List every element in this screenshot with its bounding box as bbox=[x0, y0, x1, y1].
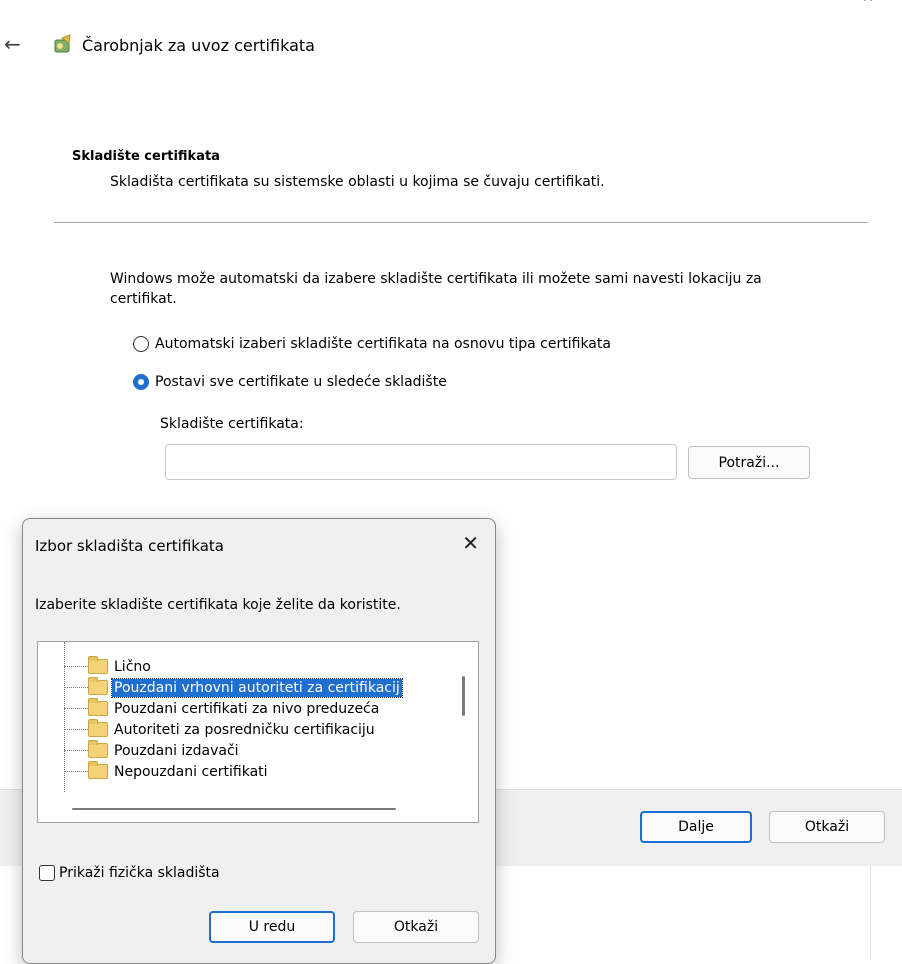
cancel-button[interactable]: Otkaži bbox=[769, 811, 885, 843]
tree-item[interactable]: Nepouzdani certifikati bbox=[38, 761, 468, 782]
window-close-icon[interactable]: ✕ bbox=[862, 0, 874, 6]
radio-manual-store[interactable]: Postavi sve certifikate u sledeće skladi… bbox=[133, 374, 447, 390]
folder-icon bbox=[88, 698, 108, 716]
divider bbox=[54, 222, 868, 223]
next-button[interactable]: Dalje bbox=[640, 811, 752, 843]
radio-manual-indicator[interactable] bbox=[133, 374, 149, 390]
tree-item[interactable]: Pouzdani izdavači bbox=[38, 740, 468, 761]
dialog-close-icon[interactable]: ✕ bbox=[462, 531, 479, 555]
folder-icon bbox=[88, 719, 108, 737]
wizard-title: Čarobnjak za uvoz certifikata bbox=[82, 36, 315, 55]
folder-icon bbox=[88, 677, 108, 695]
ok-button[interactable]: U redu bbox=[209, 911, 335, 943]
tree-item-label[interactable]: Lično bbox=[112, 658, 153, 676]
tree-item-label[interactable]: Pouzdani izdavači bbox=[112, 742, 241, 760]
tree-item-label[interactable]: Autoriteti za posredničku certifikaciju bbox=[112, 721, 377, 739]
store-tree-list: Lično Pouzdani vrhovni autoriteti za cer… bbox=[38, 656, 468, 782]
store-label: Skladište certifikata: bbox=[160, 416, 304, 432]
radio-manual-label: Postavi sve certifikate u sledeće skladi… bbox=[155, 374, 447, 390]
tree-connector bbox=[64, 771, 88, 772]
radio-auto-indicator[interactable] bbox=[133, 336, 149, 352]
vertical-scrollbar[interactable] bbox=[462, 676, 465, 716]
tree-connector bbox=[64, 729, 88, 730]
radio-auto-label: Automatski izaberi skladište certifikata… bbox=[155, 336, 611, 352]
tree-connector bbox=[64, 708, 88, 709]
section-description: Skladišta certifikata su sistemske oblas… bbox=[110, 174, 605, 190]
folder-icon bbox=[88, 656, 108, 674]
select-store-dialog: Izbor skladišta certifikata ✕ Izaberite … bbox=[22, 518, 496, 964]
dialog-title: Izbor skladišta certifikata bbox=[35, 537, 224, 555]
tree-connector bbox=[64, 750, 88, 751]
tree-connector bbox=[64, 666, 88, 667]
folder-icon bbox=[88, 761, 108, 779]
browse-button[interactable]: Potraži... bbox=[688, 446, 810, 479]
tree-item-label-selected[interactable]: Pouzdani vrhovni autoriteti za certifika… bbox=[111, 677, 403, 698]
tree-item-label[interactable]: Pouzdani certifikati za nivo preduzeća bbox=[112, 700, 381, 718]
tree-item-label[interactable]: Nepouzdani certifikati bbox=[112, 763, 270, 781]
section-title: Skladište certifikata bbox=[72, 149, 220, 164]
tree-item[interactable]: Lično bbox=[38, 656, 468, 677]
tree-connector bbox=[64, 687, 88, 688]
horizontal-scrollbar[interactable] bbox=[72, 808, 396, 810]
store-tree[interactable]: Lično Pouzdani vrhovni autoriteti za cer… bbox=[37, 641, 479, 823]
radio-auto-store[interactable]: Automatski izaberi skladište certifikata… bbox=[133, 336, 611, 352]
dialog-prompt: Izaberite skladište certifikata koje žel… bbox=[35, 597, 401, 613]
dialog-cancel-button[interactable]: Otkaži bbox=[353, 911, 479, 943]
store-input[interactable] bbox=[165, 444, 677, 480]
show-physical-label: Prikaži fizička skladišta bbox=[59, 865, 220, 881]
tree-item[interactable]: Pouzdani certifikati za nivo preduzeća bbox=[38, 698, 468, 719]
back-arrow-icon[interactable]: ← bbox=[4, 32, 21, 56]
show-physical-checkbox[interactable] bbox=[39, 865, 55, 881]
tree-item[interactable]: Pouzdani vrhovni autoriteti za certifika… bbox=[38, 677, 468, 698]
certificate-wizard-icon bbox=[54, 34, 71, 53]
tree-item[interactable]: Autoriteti za posredničku certifikaciju bbox=[38, 719, 468, 740]
window-edge bbox=[870, 865, 871, 960]
wizard-header: ← Čarobnjak za uvoz certifikata bbox=[0, 28, 600, 68]
intro-text: Windows može automatski da izabere sklad… bbox=[110, 271, 762, 307]
show-physical-stores[interactable]: Prikaži fizička skladišta bbox=[39, 865, 220, 881]
folder-icon bbox=[88, 740, 108, 758]
